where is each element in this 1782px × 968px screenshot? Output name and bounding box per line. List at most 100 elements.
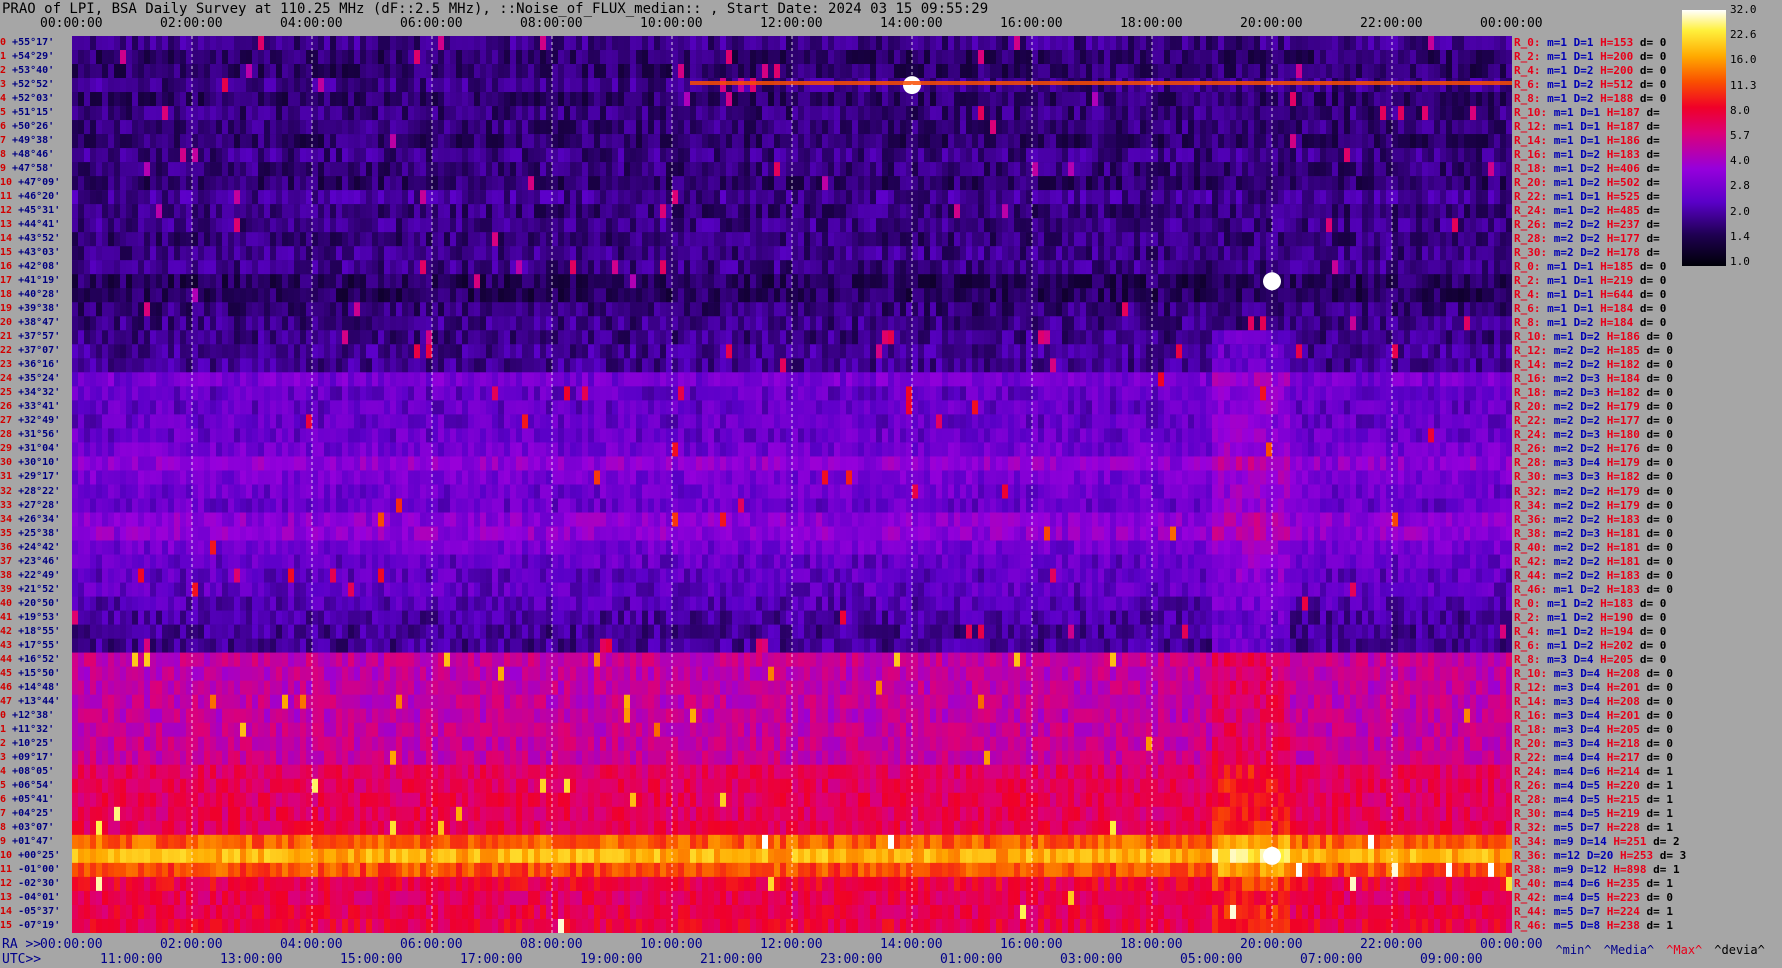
heatmap-cell [456, 148, 462, 162]
heatmap-cell [630, 134, 636, 148]
heatmap-cell [822, 64, 828, 78]
heatmap-cell [822, 302, 828, 316]
heatmap-cell [510, 106, 516, 120]
heatmap-cell [1170, 36, 1176, 50]
heatmap-cell [1254, 302, 1260, 316]
heatmap-cell [1002, 204, 1008, 218]
heatmap-cell [270, 190, 276, 204]
heatmap-cell [1374, 120, 1380, 134]
heatmap-cell [1434, 148, 1440, 162]
heatmap-cell [528, 134, 534, 148]
heatmap-cell [1182, 50, 1188, 64]
heatmap-cell [246, 64, 252, 78]
heatmap-cell [204, 36, 210, 50]
heatmap-cell [642, 162, 648, 176]
heatmap-cell [1230, 288, 1236, 302]
heatmap-cell [702, 218, 708, 232]
heatmap-cell [876, 134, 882, 148]
heatmap-cell [276, 302, 282, 316]
heatmap-cell [702, 176, 708, 190]
heatmap-cell [876, 50, 882, 64]
heatmap-cell [1008, 316, 1014, 330]
heatmap-cell [1416, 274, 1422, 288]
heatmap-cell [522, 162, 528, 176]
heatmap-cell [648, 274, 654, 288]
heatmap-cell [1260, 120, 1266, 134]
heatmap-cell [1200, 106, 1206, 120]
heatmap-cell [756, 204, 762, 218]
heatmap-cell [1242, 50, 1248, 64]
heatmap-cell [1476, 204, 1482, 218]
heatmap-cell [582, 246, 588, 260]
heatmap-cell [78, 50, 84, 64]
heatmap-cell [450, 302, 456, 316]
heatmap-cell [570, 316, 576, 330]
heatmap-cell [762, 148, 768, 162]
heatmap-cell [600, 106, 606, 120]
heatmap-cell [516, 232, 522, 246]
heatmap-cell [690, 176, 696, 190]
heatmap-cell [1332, 260, 1338, 274]
heatmap-cell [1146, 218, 1152, 232]
heatmap-cell [126, 274, 132, 288]
heatmap-cell [534, 204, 540, 218]
heatmap-cell [600, 78, 606, 92]
heatmap-cell [1164, 50, 1170, 64]
heatmap-cell [600, 274, 606, 288]
heatmap-cell [930, 204, 936, 218]
heatmap-cell [192, 274, 198, 288]
heatmap-cell [798, 134, 804, 148]
heatmap-cell [258, 246, 264, 260]
heatmap-cell [546, 204, 552, 218]
heatmap-cell [204, 134, 210, 148]
heatmap-cell [1194, 260, 1200, 274]
heatmap-cell [846, 36, 852, 50]
heatmap-cell [840, 316, 846, 330]
heatmap-cell [1182, 64, 1188, 78]
heatmap-cell [1374, 162, 1380, 176]
heatmap-cell [210, 120, 216, 134]
heatmap-cell [1506, 92, 1512, 106]
heatmap-cell [846, 134, 852, 148]
heatmap-cell [798, 162, 804, 176]
heatmap-cell [1506, 246, 1512, 260]
heatmap-cell [1284, 204, 1290, 218]
heatmap-cell [1020, 78, 1026, 92]
heatmap-cell [870, 246, 876, 260]
heatmap-cell [1380, 176, 1386, 190]
heatmap-cell [546, 64, 552, 78]
heatmap-cell [720, 162, 726, 176]
heatmap-cell [504, 232, 510, 246]
heatmap-cell [948, 176, 954, 190]
heatmap-cell [990, 148, 996, 162]
heatmap-cell [510, 162, 516, 176]
heatmap-cell [90, 148, 96, 162]
heatmap-cell [576, 78, 582, 92]
heatmap-cell [270, 162, 276, 176]
heatmap-cell [1500, 120, 1506, 134]
heatmap-cell [462, 302, 468, 316]
heatmap-cell [1188, 120, 1194, 134]
heatmap-cell [102, 246, 108, 260]
heatmap-cell [840, 302, 846, 316]
heatmap-cell [720, 204, 726, 218]
heatmap-cell [282, 316, 288, 330]
heatmap-cell [816, 190, 822, 204]
heatmap-cell [1230, 274, 1236, 288]
heatmap-cell [192, 176, 198, 190]
heatmap-cell [1464, 50, 1470, 64]
heatmap-cell [1476, 92, 1482, 106]
heatmap-cell [1116, 162, 1122, 176]
heatmap-cell [432, 218, 438, 232]
heatmap-cell [1338, 204, 1344, 218]
heatmap-cell [642, 36, 648, 50]
heatmap-cell [72, 78, 78, 92]
heatmap-cell [1422, 274, 1428, 288]
heatmap-cell [570, 50, 576, 64]
heatmap-cell [1374, 274, 1380, 288]
heatmap-cell [156, 134, 162, 148]
heatmap-cell [414, 316, 420, 330]
heatmap-cell [678, 162, 684, 176]
heatmap-cell [348, 302, 354, 316]
heatmap-cell [114, 260, 120, 274]
